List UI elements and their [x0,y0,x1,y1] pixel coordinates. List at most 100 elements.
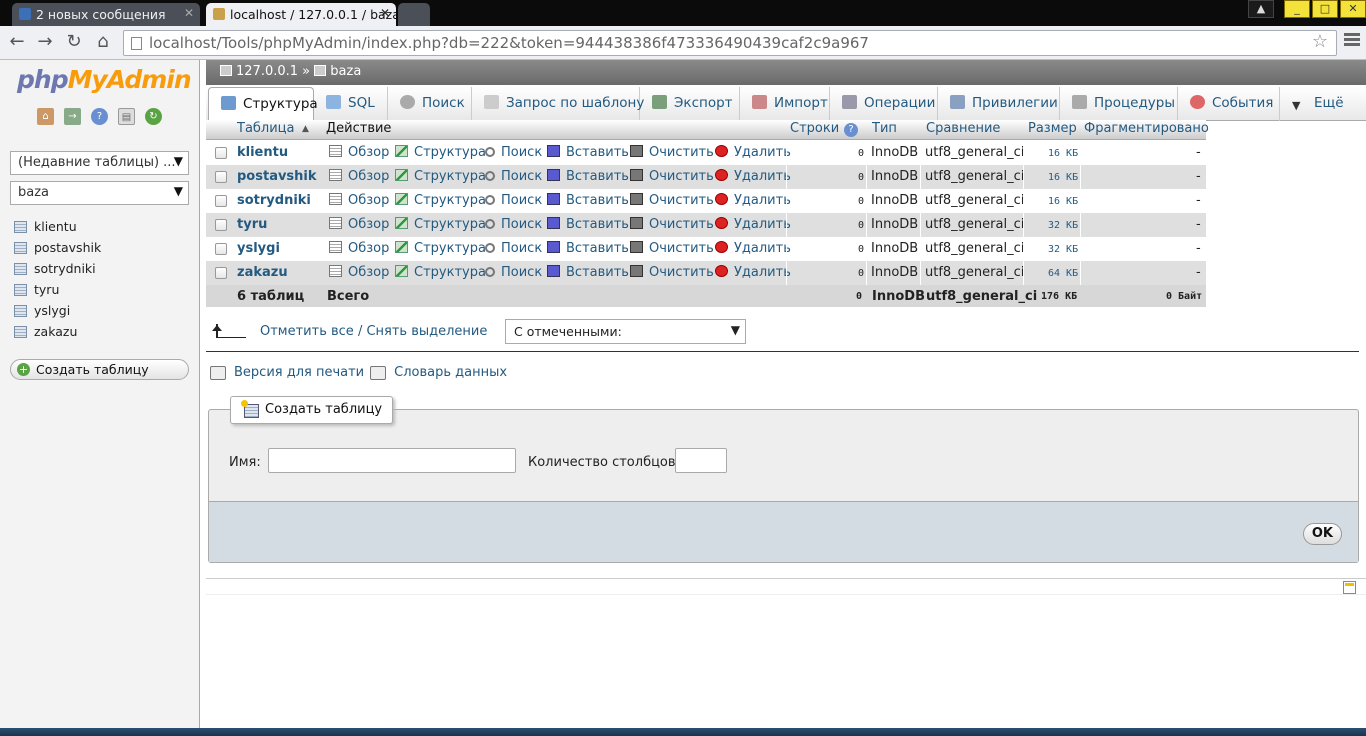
drop-link[interactable]: Удалить [715,265,791,280]
close-tab-icon[interactable]: ✕ [380,6,390,20]
close-window-button[interactable]: ✕ [1340,0,1366,18]
drop-link[interactable]: Удалить [715,145,791,160]
docs-icon[interactable]: ▤ [118,108,135,125]
structure-link[interactable]: Структура [395,217,486,232]
row-checkbox[interactable] [215,267,227,279]
search-link[interactable]: Поиск [485,145,542,160]
structure-link[interactable]: Структура [395,241,486,256]
browse-link[interactable]: Обзор [329,241,389,256]
empty-link[interactable]: Очистить [630,217,714,232]
drop-link[interactable]: Удалить [715,217,791,232]
structure-link[interactable]: Структура [395,193,486,208]
table-name-input[interactable] [268,448,516,473]
user-icon[interactable]: ▲ [1248,0,1274,18]
search-link[interactable]: Поиск [485,169,542,184]
insert-link[interactable]: Вставить [547,145,629,160]
tab-import[interactable]: Импорт [740,87,830,121]
table-name-link[interactable]: postavshik [237,169,317,184]
sidebar-create-table-button[interactable]: + Создать таблицу [10,359,189,380]
tab-operations[interactable]: Операции [830,87,938,121]
tree-table-item[interactable]: postavshik [14,237,101,258]
empty-link[interactable]: Очистить [630,265,714,280]
structure-link[interactable]: Структура [395,145,486,160]
header-rows[interactable]: Строки [790,121,839,136]
empty-link[interactable]: Очистить [630,241,714,256]
browse-link[interactable]: Обзор [329,193,389,208]
browser-tab-phpmyadmin[interactable]: localhost / 127.0.0.1 / baza ✕ [206,3,396,26]
new-tab-button[interactable] [398,3,430,26]
empty-link[interactable]: Очистить [630,193,714,208]
home-icon[interactable]: ⌂ [92,31,114,53]
help-icon[interactable]: ? [844,123,858,137]
size-value[interactable]: 64 КБ [1048,268,1078,279]
tree-table-item[interactable]: yslygi [14,300,101,321]
tab-routines[interactable]: Процедуры [1060,87,1178,121]
address-bar[interactable]: localhost/Tools/phpMyAdmin/index.php?db=… [123,30,1337,56]
maximize-button[interactable]: □ [1312,0,1338,18]
breadcrumb-database[interactable]: baza [330,64,361,79]
recent-tables-select[interactable]: (Недавние таблицы) ... ▼ [10,151,189,175]
table-name-link[interactable]: zakazu [237,265,288,280]
insert-link[interactable]: Вставить [547,193,629,208]
back-arrow-icon[interactable]: ← [6,31,28,53]
empty-link[interactable]: Очистить [630,145,714,160]
drop-link[interactable]: Удалить [715,169,791,184]
insert-link[interactable]: Вставить [547,169,629,184]
close-tab-icon[interactable]: ✕ [184,6,194,20]
row-checkbox[interactable] [215,219,227,231]
drop-link[interactable]: Удалить [715,241,791,256]
minimize-button[interactable]: _ [1284,0,1310,18]
menu-icon[interactable] [1344,33,1360,49]
table-name-link[interactable]: sotrydniki [237,193,311,208]
tab-more[interactable]: ▼ Ещё [1280,87,1356,121]
drop-link[interactable]: Удалить [715,193,791,208]
row-checkbox[interactable] [215,171,227,183]
phpmyadmin-logo[interactable]: phpMyAdmin [17,65,192,94]
size-value[interactable]: 32 КБ [1048,220,1078,231]
browse-link[interactable]: Обзор [329,145,389,160]
tab-sql[interactable]: SQL [314,87,388,121]
search-link[interactable]: Поиск [485,217,542,232]
insert-link[interactable]: Вставить [547,217,629,232]
tree-table-item[interactable]: zakazu [14,321,101,342]
header-size[interactable]: Размер [1028,121,1077,136]
search-link[interactable]: Поиск [485,265,542,280]
check-all-link[interactable]: Отметить все / Снять выделение [212,320,487,342]
browse-link[interactable]: Обзор [329,265,389,280]
size-value[interactable]: 16 КБ [1048,172,1078,183]
reload-icon[interactable]: ↻ [63,31,85,53]
logout-icon[interactable]: → [64,108,81,125]
tab-query[interactable]: Запрос по шаблону [472,87,644,121]
insert-link[interactable]: Вставить [547,241,629,256]
help-icon[interactable]: ? [91,108,108,125]
data-dictionary-link[interactable]: Словарь данных [394,365,507,380]
size-value[interactable]: 16 КБ [1048,148,1078,159]
browser-tab-messages[interactable]: 2 новых сообщения ✕ [12,3,200,26]
size-value[interactable]: 32 КБ [1048,244,1078,255]
tab-events[interactable]: События [1178,87,1280,121]
header-overhead[interactable]: Фрагментировано [1084,121,1209,136]
tree-table-item[interactable]: tyru [14,279,101,300]
table-name-link[interactable]: tyru [237,217,267,232]
tab-privileges[interactable]: Привилегии [938,87,1060,121]
ok-button[interactable]: OK [1302,523,1342,545]
console-icon[interactable] [1343,581,1356,594]
structure-link[interactable]: Структура [395,265,486,280]
row-checkbox[interactable] [215,243,227,255]
browse-link[interactable]: Обзор [329,217,389,232]
browse-link[interactable]: Обзор [329,169,389,184]
header-type[interactable]: Тип [872,121,897,136]
with-selected-select[interactable]: С отмеченными: ▼ [505,319,746,344]
empty-link[interactable]: Очистить [630,169,714,184]
structure-link[interactable]: Структура [395,169,486,184]
table-name-link[interactable]: klientu [237,145,288,160]
database-select[interactable]: baza ▼ [10,181,189,205]
breadcrumb-server[interactable]: 127.0.0.1 [236,64,298,79]
print-view-link[interactable]: Версия для печати [234,365,364,380]
search-link[interactable]: Поиск [485,241,542,256]
row-checkbox[interactable] [215,147,227,159]
home-icon[interactable]: ⌂ [37,108,54,125]
tree-table-item[interactable]: klientu [14,216,101,237]
row-checkbox[interactable] [215,195,227,207]
tab-structure[interactable]: Структура [208,87,318,121]
